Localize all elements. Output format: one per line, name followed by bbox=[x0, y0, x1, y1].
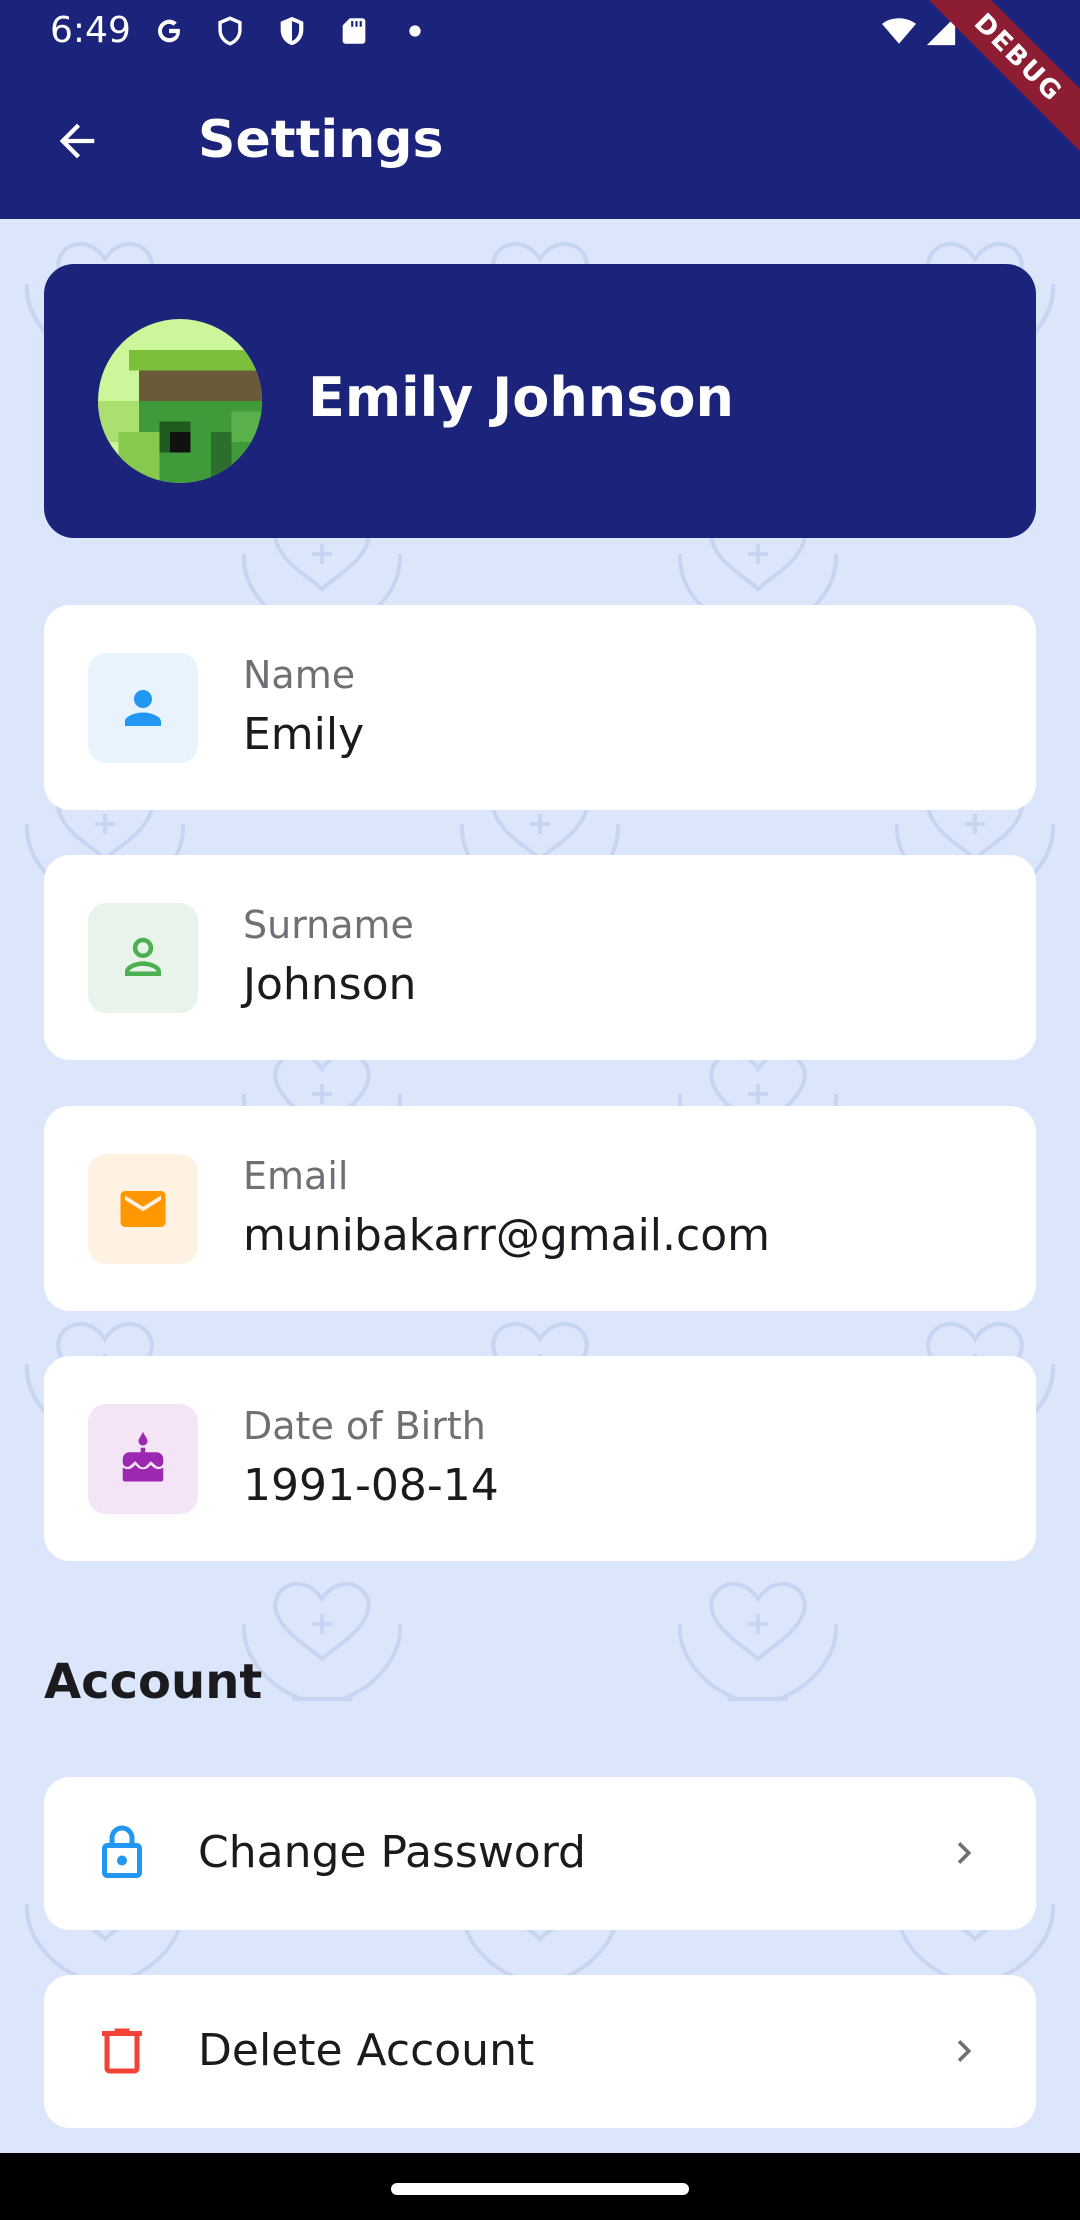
dob-label: Date of Birth bbox=[243, 1404, 486, 1448]
profile-card: Emily Johnson bbox=[44, 264, 1036, 538]
page-title: Settings bbox=[198, 110, 444, 170]
chevron-right-icon bbox=[942, 1831, 986, 1875]
email-label: Email bbox=[243, 1154, 349, 1198]
back-button[interactable] bbox=[40, 104, 114, 178]
trash-icon bbox=[90, 2019, 154, 2083]
surname-value: Johnson bbox=[243, 959, 417, 1010]
dob-card[interactable]: Date of Birth 1991-08-14 bbox=[44, 1356, 1036, 1561]
change-password-label: Change Password bbox=[198, 1827, 586, 1878]
profile-name: Emily Johnson bbox=[308, 366, 734, 429]
wifi-icon bbox=[882, 14, 916, 48]
name-value: Emily bbox=[243, 709, 365, 760]
change-password-button[interactable]: Change Password bbox=[44, 1777, 1036, 1930]
sd-card-icon bbox=[337, 14, 371, 48]
dob-value: 1991-08-14 bbox=[243, 1460, 499, 1511]
dot-icon bbox=[398, 14, 432, 48]
person-outline-icon bbox=[88, 903, 198, 1013]
surname-card[interactable]: Surname Johnson bbox=[44, 855, 1036, 1060]
arrow-back-icon bbox=[59, 123, 95, 159]
delete-account-button[interactable]: Delete Account bbox=[44, 1975, 1036, 2128]
delete-account-label: Delete Account bbox=[198, 2025, 535, 2076]
status-time: 6:49 bbox=[50, 10, 131, 51]
home-handle[interactable] bbox=[391, 2183, 689, 2195]
shield-outline-icon bbox=[213, 14, 247, 48]
shield-filled-icon bbox=[275, 14, 309, 48]
email-value: munibakarr@gmail.com bbox=[243, 1210, 770, 1261]
chevron-right-icon bbox=[942, 2029, 986, 2073]
person-icon bbox=[88, 653, 198, 763]
email-card[interactable]: Email munibakarr@gmail.com bbox=[44, 1106, 1036, 1311]
surname-label: Surname bbox=[243, 903, 414, 947]
email-icon bbox=[88, 1154, 198, 1264]
google-icon bbox=[152, 14, 186, 48]
status-bar: 6:49 bbox=[0, 0, 1080, 66]
name-card[interactable]: Name Emily bbox=[44, 605, 1036, 810]
cake-icon bbox=[88, 1404, 198, 1514]
lock-icon bbox=[90, 1821, 154, 1885]
account-section-title: Account bbox=[44, 1654, 263, 1710]
name-label: Name bbox=[243, 653, 356, 697]
app-bar: 6:49 Settings bbox=[0, 0, 1080, 219]
avatar[interactable] bbox=[98, 319, 262, 483]
